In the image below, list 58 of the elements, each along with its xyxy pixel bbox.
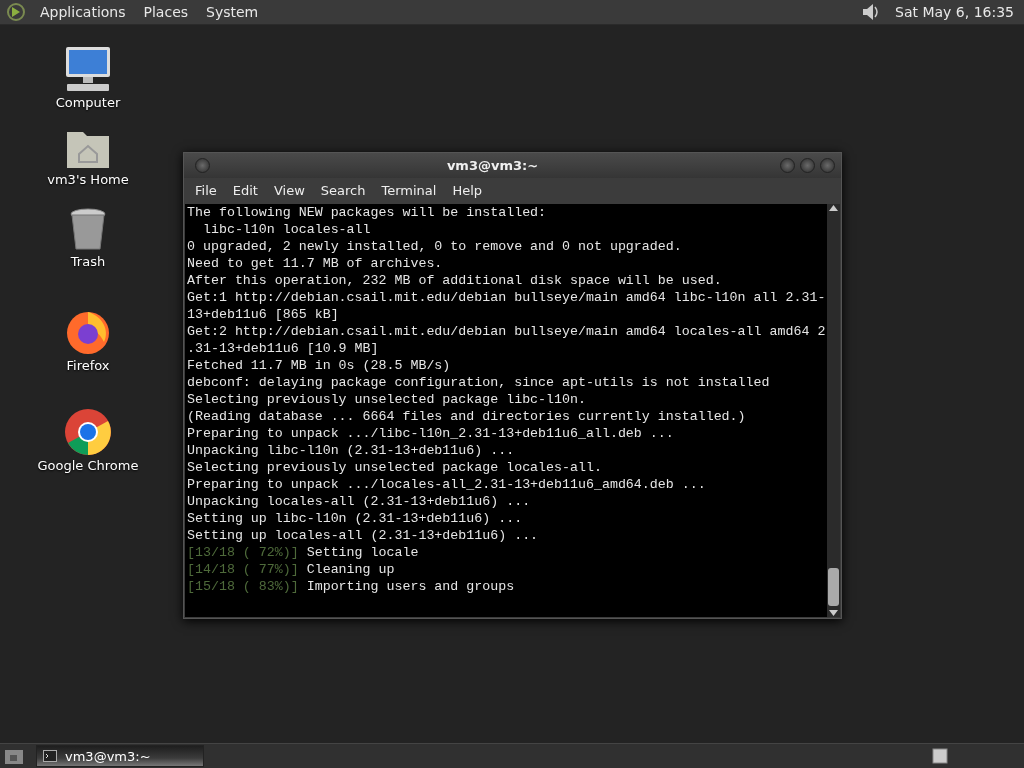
desktop-icon-label[interactable]: vm3's Home — [47, 172, 129, 187]
terminal-line: Need to get 11.7 MB of archives. — [187, 256, 443, 271]
desktop-icon-label[interactable]: Computer — [55, 95, 121, 110]
logo-icon[interactable] — [6, 2, 26, 22]
terminal-line: libc-l10n locales-all — [201, 222, 371, 237]
window-title: vm3@vm3:~ — [445, 158, 540, 173]
terminal-line: Preparing to unpack .../locales-all_2.31-13+deb11u6_amd64.deb ... — [187, 477, 706, 492]
terminal-line: Preparing to unpack .../libc-l10n_2.31-13+deb11u6_all.deb ... — [187, 426, 674, 441]
terminal-line: 13+deb11u6 [865 kB] — [187, 307, 339, 322]
chrome-icon — [64, 408, 112, 456]
menu-item[interactable]: View — [266, 182, 312, 198]
menu-item[interactable]: Terminal — [374, 182, 444, 198]
clock[interactable]: Sat May 6, 16:35 — [891, 4, 1018, 20]
monitor-icon — [63, 45, 113, 93]
window-menu-button[interactable] — [195, 158, 210, 173]
scroll-up-icon[interactable] — [829, 204, 839, 211]
terminal-icon — [43, 750, 57, 762]
scroll-thumb[interactable] — [828, 568, 840, 606]
terminal-line: Fetched 11.7 MB in 0s (28.5 MB/s) — [187, 358, 451, 373]
terminal-line: .31-13+deb11u6 [10.9 MB] — [187, 341, 379, 356]
terminal-line: Get:2 http://debian.csail.mit.edu/debian bullseye/main amd64 locales-all amd64 2 — [187, 324, 826, 339]
panel-menu[interactable]: Applications — [36, 4, 130, 20]
scrollbar[interactable] — [827, 204, 840, 617]
maximize-button[interactable] — [800, 158, 815, 173]
progress-text: [15/18 ( 83%)] — [187, 579, 299, 594]
menu-item[interactable]: File — [188, 182, 224, 198]
close-button[interactable] — [820, 158, 835, 173]
terminal-line: (Reading database ... 6664 files and directories currently installed.) — [187, 409, 746, 424]
terminal-line: 0 upgraded, 2 newly installed, 0 to remove and 0 not upgraded. — [187, 239, 682, 254]
show-desktop-icon[interactable] — [4, 747, 24, 765]
terminal-line: Importing users and groups — [306, 579, 515, 594]
terminal-line: Selecting previously unselected package locales-all. — [187, 460, 602, 475]
progress-text: [13/18 ( 72%)] — [187, 545, 299, 560]
terminal-line: Setting up libc-l10n (2.31-13+deb11u6) ... — [187, 511, 523, 526]
desktop-icon-label[interactable]: Trash — [70, 254, 106, 269]
menu-item[interactable]: Search — [313, 182, 373, 198]
workspace-icon[interactable] — [932, 748, 948, 764]
trash-icon — [68, 208, 108, 252]
terminal-line: debconf: delaying package configuration, since apt-utils is not installed — [187, 375, 770, 390]
minimize-button[interactable] — [780, 158, 795, 173]
taskbar-button[interactable]: vm3@vm3:~ — [36, 745, 204, 767]
panel-menu[interactable]: System — [202, 4, 263, 20]
panel-menu[interactable]: Places — [139, 4, 193, 20]
terminal-line: Cleaning up — [306, 562, 395, 577]
progress-text: [14/18 ( 77%)] — [187, 562, 299, 577]
terminal-line: Unpacking locales-all (2.31-13+deb11u6) ... — [187, 494, 531, 509]
terminal-line: After this operation, 232 MB of additional disk space will be used. — [187, 273, 722, 288]
terminal-line: The following NEW packages will be installed: — [187, 205, 547, 220]
menu-item[interactable]: Edit — [225, 182, 265, 198]
scroll-down-icon[interactable] — [829, 610, 839, 617]
desktop-icon-label[interactable]: Google Chrome — [37, 458, 139, 473]
terminal-line: Unpacking libc-l10n (2.31-13+deb11u6) ... — [187, 443, 515, 458]
terminal-line: Selecting previously unselected package libc-l10n. — [187, 392, 586, 407]
desktop-icon-label[interactable]: Firefox — [66, 358, 110, 373]
terminal-line: Get:1 http://debian.csail.mit.edu/debian bullseye/main amd64 libc-l10n all 2.31- — [187, 290, 826, 305]
terminal-line: Setting locale — [306, 545, 419, 560]
menu-item[interactable]: Help — [445, 182, 490, 198]
terminal-line: Setting up locales-all (2.31-13+deb11u6) ... — [187, 528, 539, 543]
